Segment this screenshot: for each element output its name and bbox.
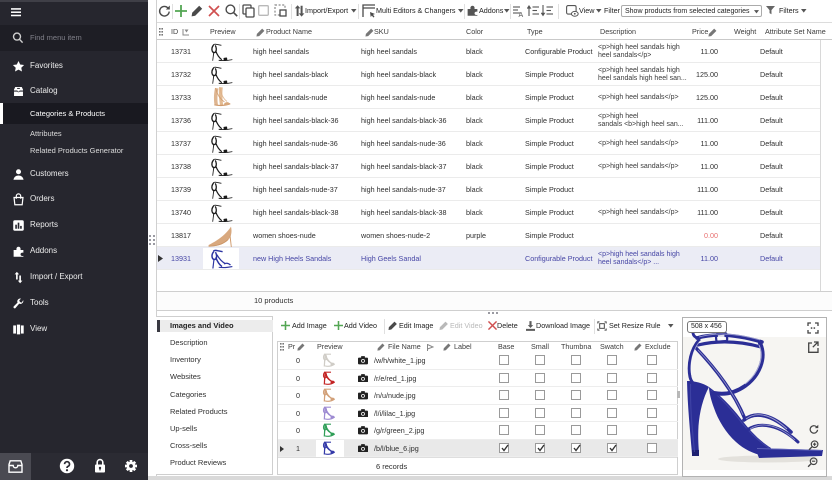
svg-text:A: A [519, 12, 524, 17]
